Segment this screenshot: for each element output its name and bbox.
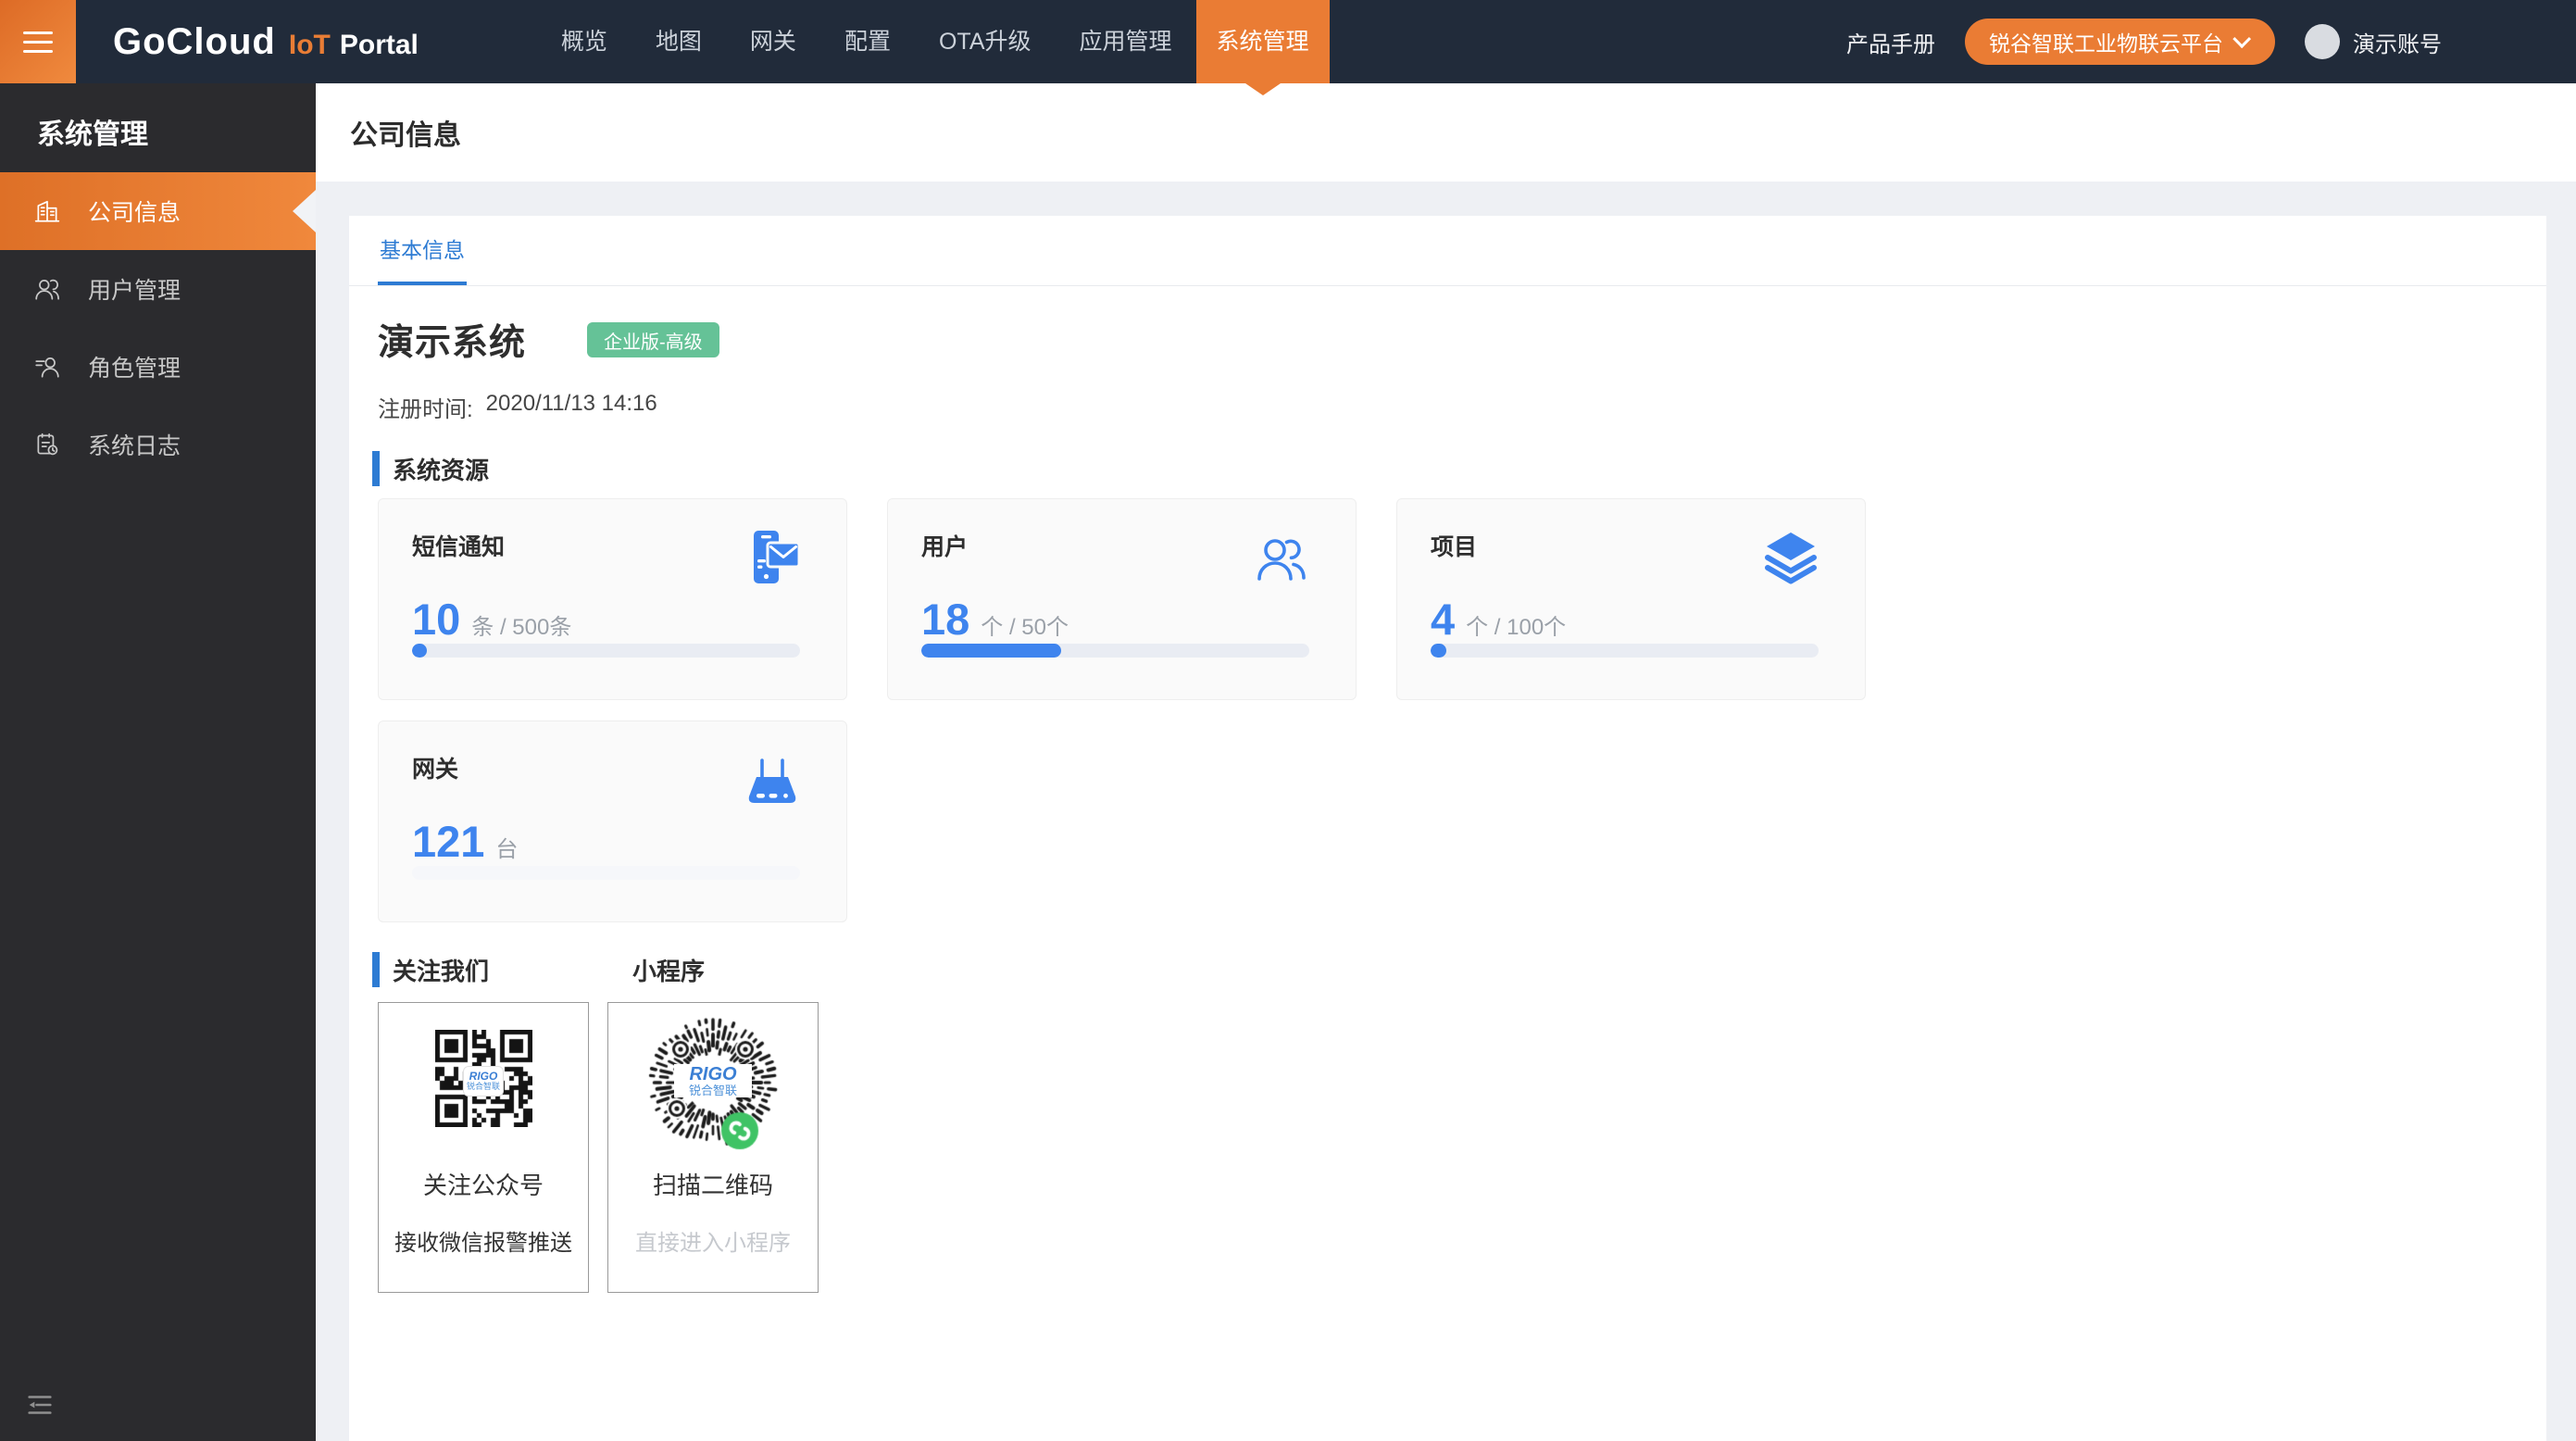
qr-caption: 扫描二维码 xyxy=(608,1167,818,1201)
sidebar-item-label: 系统日志 xyxy=(88,428,181,461)
plan-badge: 企业版-高级 xyxy=(587,322,719,357)
mini-program-qr-card: RIGO 锐合智联 扫描二维码 直接进入小程序 xyxy=(607,1002,819,1293)
card-body: 演示系统 企业版-高级 注册时间: 2020/11/13 14:16 系统资源 … xyxy=(349,314,2546,1293)
users-icon xyxy=(33,275,61,303)
resource-quota: 台 xyxy=(495,831,518,863)
sidebar-item-role-management[interactable]: 角色管理 xyxy=(0,328,316,406)
progress-track xyxy=(412,866,800,880)
follow-us-title: 关注我们 xyxy=(393,953,489,987)
layers-icon xyxy=(1761,529,1820,588)
progress-track xyxy=(1431,644,1819,658)
resources-grid: 短信通知 10 条 / 500条 xyxy=(378,498,1866,922)
nav-item-overview[interactable]: 概览 xyxy=(537,0,631,83)
avatar xyxy=(2305,24,2340,59)
resource-value: 18 xyxy=(921,594,969,645)
users-icon xyxy=(1252,529,1311,588)
resource-card-sms: 短信通知 10 条 / 500条 xyxy=(378,498,847,700)
tenant-selector[interactable]: 锐谷智联工业物联云平台 xyxy=(1965,19,2275,65)
nav-item-config[interactable]: 配置 xyxy=(820,0,915,83)
sms-icon xyxy=(743,529,802,588)
nav-item-ota[interactable]: OTA升级 xyxy=(915,0,1056,83)
follow-us-section-header: 关注我们 xyxy=(378,952,607,987)
main-nav: 概览 地图 网关 配置 OTA升级 应用管理 系统管理 xyxy=(537,0,1330,83)
progress-fill xyxy=(412,644,427,658)
page-title: 公司信息 xyxy=(350,112,461,153)
resource-quota: 个 / 50个 xyxy=(981,608,1069,641)
sidebar-item-label: 用户管理 xyxy=(88,272,181,306)
progress-fill xyxy=(1431,644,1446,658)
role-icon xyxy=(33,353,61,381)
sidebar: 系统管理 公司信息 用户管理 角色管理 xyxy=(0,83,316,1441)
mini-program-title: 小程序 xyxy=(632,953,705,987)
register-time: 注册时间: 2020/11/13 14:16 xyxy=(378,391,2518,423)
gateway-icon xyxy=(743,751,802,810)
sidebar-item-label: 公司信息 xyxy=(88,194,181,228)
building-icon xyxy=(33,197,61,225)
sidebar-item-company-info[interactable]: 公司信息 xyxy=(0,172,316,250)
qr-caption: 关注公众号 xyxy=(379,1167,588,1201)
section-accent-bar xyxy=(372,451,380,486)
product-manual-link[interactable]: 产品手册 xyxy=(1846,26,1935,58)
sidebar-title: 系统管理 xyxy=(0,83,316,172)
hamburger-menu-icon[interactable] xyxy=(0,0,76,83)
qr-subcaption: 直接进入小程序 xyxy=(608,1224,818,1257)
company-info-card: 基本信息 演示系统 企业版-高级 注册时间: 2020/11/13 14:16 … xyxy=(349,216,2546,1441)
chevron-down-icon xyxy=(2232,30,2251,48)
progress-track xyxy=(921,644,1309,658)
sidebar-item-system-log[interactable]: 系统日志 xyxy=(0,406,316,483)
page-header: 公司信息 xyxy=(316,83,2576,182)
register-time-value: 2020/11/13 14:16 xyxy=(486,391,657,423)
sidebar-collapse-icon[interactable] xyxy=(24,1389,56,1421)
log-icon xyxy=(33,431,61,458)
logo-portal: Portal xyxy=(340,30,419,61)
qr-subcaption: 接收微信报警推送 xyxy=(379,1224,588,1257)
official-account-qr-card: RIGO 锐合智联 关注公众号 接收微信报警推送 xyxy=(378,1002,589,1293)
resource-value: 121 xyxy=(412,816,484,867)
sidebar-item-user-management[interactable]: 用户管理 xyxy=(0,250,316,328)
logo-iot: IoT xyxy=(289,30,331,61)
register-time-label: 注册时间: xyxy=(378,391,473,423)
section-accent-bar xyxy=(372,952,380,987)
resource-value: 4 xyxy=(1431,594,1455,645)
progress-track xyxy=(412,644,800,658)
company-name: 演示系统 xyxy=(378,314,526,366)
nav-item-apps[interactable]: 应用管理 xyxy=(1056,0,1196,83)
resource-quota: 条 / 500条 xyxy=(471,608,571,641)
rigo-logo: RIGO 锐合智联 xyxy=(463,1066,504,1096)
user-menu[interactable]: 演示账号 xyxy=(2305,24,2442,59)
resource-card-users: 用户 18 个 / 50个 xyxy=(887,498,1357,700)
app-logo[interactable]: GoCloud IoT Portal xyxy=(113,21,419,63)
sidebar-item-label: 角色管理 xyxy=(88,350,181,383)
resource-label: 用户 xyxy=(921,529,968,562)
nav-item-map[interactable]: 地图 xyxy=(631,0,726,83)
gocloud-iot-portal: GoCloud IoT Portal 概览 地图 网关 配置 OTA升级 应用管… xyxy=(0,0,2576,1441)
resource-label: 短信通知 xyxy=(412,529,505,562)
resource-label: 项目 xyxy=(1431,529,1477,562)
mini-program-section-header: 小程序 xyxy=(607,952,705,987)
resource-quota: 个 / 100个 xyxy=(1466,608,1566,641)
resource-card-projects: 项目 4 个 / 100个 xyxy=(1396,498,1866,700)
top-navbar: GoCloud IoT Portal 概览 地图 网关 配置 OTA升级 应用管… xyxy=(0,0,2576,83)
progress-fill xyxy=(921,644,1061,658)
nav-right-group: 产品手册 锐谷智联工业物联云平台 演示账号 xyxy=(1846,19,2576,65)
tabs-bar: 基本信息 xyxy=(349,216,2546,286)
nav-item-system-admin[interactable]: 系统管理 xyxy=(1196,0,1330,83)
tab-basic-info[interactable]: 基本信息 xyxy=(378,215,467,285)
rigo-logo: RIGO 锐合智联 xyxy=(674,1064,752,1097)
logo-brand: GoCloud xyxy=(113,21,276,63)
resource-label: 网关 xyxy=(412,751,458,784)
tenant-label: 锐谷智联工业物联云平台 xyxy=(1989,26,2223,57)
content-area: 公司信息 基本信息 演示系统 企业版-高级 注册时间: 2020/11/13 1… xyxy=(316,83,2576,1441)
account-name: 演示账号 xyxy=(2353,26,2442,58)
nav-item-gateway[interactable]: 网关 xyxy=(726,0,820,83)
resource-value: 10 xyxy=(412,594,460,645)
resources-section-title: 系统资源 xyxy=(393,452,489,486)
resource-card-gateways: 网关 121 台 xyxy=(378,720,847,922)
resources-section-header: 系统资源 xyxy=(378,451,2518,486)
